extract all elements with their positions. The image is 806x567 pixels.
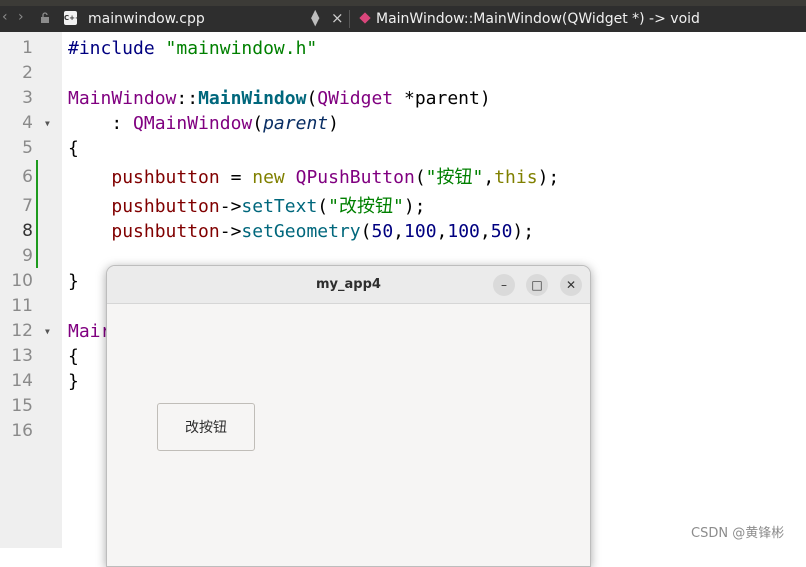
code-line-2[interactable]: 2	[0, 61, 806, 86]
chevron-left-icon[interactable]: ‹	[2, 9, 8, 25]
app-window: my_app4 – □ ✕ 改按钮	[106, 265, 591, 567]
fold-arrow-icon[interactable]: ▼	[45, 111, 50, 136]
code-line-1[interactable]: 1 #include "mainwindow.h"	[0, 36, 806, 61]
watermark: CSDN @黄锋彬	[691, 526, 785, 541]
toolbar-separator	[349, 10, 350, 28]
chevron-right-icon[interactable]: ›	[18, 9, 24, 25]
maximize-button[interactable]: □	[526, 274, 548, 296]
cpp-file-icon: C++	[64, 11, 81, 25]
minimize-button[interactable]: –	[493, 274, 515, 296]
code-line-6[interactable]: 6 pushbutton = new QPushButton("按钮",this…	[0, 165, 806, 190]
file-switch-arrows-icon[interactable]: ▲ ▼	[311, 8, 319, 27]
lock-icon[interactable]	[40, 11, 50, 23]
window-titlebar[interactable]: my_app4 – □ ✕	[107, 266, 590, 304]
code-line-5[interactable]: 5 {	[0, 136, 806, 161]
close-window-button[interactable]: ✕	[560, 274, 582, 296]
window-title: my_app4	[316, 277, 381, 292]
fold-arrow-icon[interactable]: ▼	[45, 319, 50, 344]
open-file-selector[interactable]: mainwindow.cpp	[88, 11, 205, 27]
editor-toolbar: ‹ › C++ mainwindow.cpp ▲ ▼ × MainWindow::…	[0, 6, 806, 32]
symbol-selector[interactable]: MainWindow::MainWindow(QWidget *) -> voi…	[376, 11, 700, 27]
push-button[interactable]: 改按钮	[157, 403, 255, 451]
code-line-8[interactable]: 8 pushbutton->setGeometry(50,100,100,50)…	[0, 219, 806, 244]
code-line-7[interactable]: 7 pushbutton->setText("改按钮");	[0, 194, 806, 219]
code-line-3[interactable]: 3 MainWindow::MainWindow(QWidget *parent…	[0, 86, 806, 111]
close-document-icon[interactable]: ×	[331, 9, 344, 27]
method-icon	[359, 12, 371, 24]
code-line-4[interactable]: 4 ▼ : QMainWindow(parent)	[0, 111, 806, 136]
